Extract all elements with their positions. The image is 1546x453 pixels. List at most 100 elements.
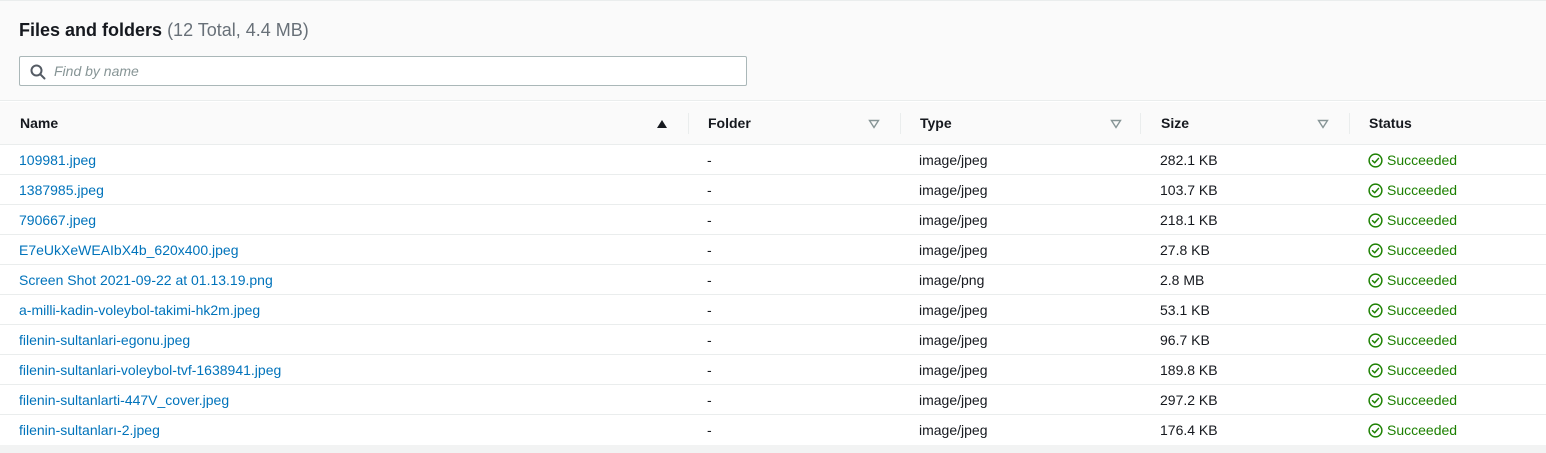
status-label: Succeeded (1387, 212, 1458, 228)
panel-header: Files and folders (12 Total, 4.4 MB) (0, 1, 1546, 101)
file-size: 96.7 KB (1160, 332, 1210, 348)
file-type: image/jpeg (919, 242, 988, 258)
file-type: image/jpeg (919, 212, 988, 228)
file-status: Succeeded (1368, 175, 1457, 205)
status-label: Succeeded (1387, 332, 1458, 348)
sort-descending-outline-icon[interactable] (1317, 102, 1329, 145)
file-name-link[interactable]: filenin-sultanları-2.jpeg (19, 415, 160, 445)
search-input[interactable] (54, 57, 734, 85)
column-divider[interactable] (1140, 113, 1141, 134)
file-folder: - (707, 302, 712, 318)
file-name-link[interactable]: Screen Shot 2021-09-22 at 01.13.19.png (19, 265, 273, 295)
status-label: Succeeded (1387, 152, 1458, 168)
column-header-folder-label: Folder (708, 115, 751, 131)
file-name-link[interactable]: E7eUkXeWEAIbX4b_620x400.jpeg (19, 235, 238, 265)
column-header-status: Status (1369, 102, 1529, 145)
file-size: 2.8 MB (1160, 272, 1205, 288)
file-status: Succeeded (1368, 355, 1457, 385)
status-success-icon (1368, 152, 1383, 168)
status-success-icon (1368, 362, 1383, 378)
table-row: filenin-sultanlarti-447V_cover.jpeg - im… (0, 385, 1546, 415)
table-row: E7eUkXeWEAIbX4b_620x400.jpeg - image/jpe… (0, 235, 1546, 265)
file-name-link[interactable]: 1387985.jpeg (19, 175, 104, 205)
file-folder: - (707, 362, 712, 378)
table-row: a-milli-kadin-voleybol-takimi-hk2m.jpeg … (0, 295, 1546, 325)
status-success-icon (1368, 272, 1383, 288)
column-header-size-label: Size (1161, 115, 1190, 131)
column-header-name-label: Name (20, 115, 59, 131)
status-success-icon (1368, 332, 1383, 348)
search-icon (30, 64, 46, 80)
column-header-folder[interactable]: Folder (708, 102, 888, 145)
table-row: 790667.jpeg - image/jpeg 218.1 KB Succee… (0, 205, 1546, 235)
files-and-folders-panel: Files and folders (12 Total, 4.4 MB) Nam… (0, 0, 1546, 445)
file-size: 282.1 KB (1160, 152, 1218, 168)
file-status: Succeeded (1368, 145, 1457, 175)
file-type: image/jpeg (919, 182, 988, 198)
status-label: Succeeded (1387, 392, 1458, 408)
column-header-size[interactable]: Size (1161, 102, 1341, 145)
sort-descending-outline-icon[interactable] (1110, 102, 1122, 145)
file-name-link[interactable]: 790667.jpeg (19, 205, 96, 235)
file-folder: - (707, 182, 712, 198)
column-divider[interactable] (688, 113, 689, 134)
file-folder: - (707, 212, 712, 228)
table-row: 109981.jpeg - image/jpeg 282.1 KB Succee… (0, 145, 1546, 175)
status-success-icon (1368, 242, 1383, 258)
status-label: Succeeded (1387, 242, 1458, 258)
table-row: 1387985.jpeg - image/jpeg 103.7 KB Succe… (0, 175, 1546, 205)
sort-ascending-icon[interactable] (656, 102, 668, 145)
file-status: Succeeded (1368, 265, 1457, 295)
status-label: Succeeded (1387, 362, 1458, 378)
file-size: 27.8 KB (1160, 242, 1210, 258)
file-folder: - (707, 152, 712, 168)
file-status: Succeeded (1368, 235, 1457, 265)
file-name-link[interactable]: filenin-sultanlari-egonu.jpeg (19, 325, 190, 355)
file-folder: - (707, 422, 712, 438)
search-box[interactable] (19, 56, 747, 86)
status-label: Succeeded (1387, 182, 1458, 198)
file-status: Succeeded (1368, 295, 1457, 325)
file-status: Succeeded (1368, 325, 1457, 355)
column-header-status-label: Status (1369, 115, 1412, 131)
status-success-icon (1368, 302, 1383, 318)
status-success-icon (1368, 392, 1383, 408)
file-size: 218.1 KB (1160, 212, 1218, 228)
file-status: Succeeded (1368, 205, 1457, 235)
column-divider[interactable] (900, 113, 901, 134)
table-row: filenin-sultanlari-voleybol-tvf-1638941.… (0, 355, 1546, 385)
file-folder: - (707, 332, 712, 348)
file-size: 53.1 KB (1160, 302, 1210, 318)
table-row: filenin-sultanları-2.jpeg - image/jpeg 1… (0, 415, 1546, 445)
table-row: Screen Shot 2021-09-22 at 01.13.19.png -… (0, 265, 1546, 295)
file-folder: - (707, 392, 712, 408)
file-folder: - (707, 272, 712, 288)
file-type: image/jpeg (919, 422, 988, 438)
status-label: Succeeded (1387, 302, 1458, 318)
file-type: image/jpeg (919, 332, 988, 348)
status-success-icon (1368, 422, 1383, 438)
file-name-link[interactable]: a-milli-kadin-voleybol-takimi-hk2m.jpeg (19, 295, 260, 325)
panel-title: Files and folders (12 Total, 4.4 MB) (19, 20, 309, 41)
sort-descending-outline-icon[interactable] (868, 102, 880, 145)
file-name-link[interactable]: filenin-sultanlarti-447V_cover.jpeg (19, 385, 229, 415)
column-header-name[interactable]: Name (20, 102, 680, 145)
file-size: 297.2 KB (1160, 392, 1218, 408)
column-divider[interactable] (1349, 113, 1350, 134)
status-label: Succeeded (1387, 272, 1458, 288)
file-type: image/jpeg (919, 362, 988, 378)
file-folder: - (707, 242, 712, 258)
status-label: Succeeded (1387, 422, 1458, 438)
file-name-link[interactable]: filenin-sultanlari-voleybol-tvf-1638941.… (19, 355, 281, 385)
file-status: Succeeded (1368, 385, 1457, 415)
column-header-type[interactable]: Type (920, 102, 1130, 145)
status-success-icon (1368, 212, 1383, 228)
file-type: image/jpeg (919, 392, 988, 408)
panel-title-counter: (12 Total, 4.4 MB) (167, 20, 309, 40)
status-success-icon (1368, 182, 1383, 198)
file-size: 103.7 KB (1160, 182, 1218, 198)
file-type: image/jpeg (919, 152, 988, 168)
file-status: Succeeded (1368, 415, 1457, 445)
file-name-link[interactable]: 109981.jpeg (19, 145, 96, 175)
file-size: 189.8 KB (1160, 362, 1218, 378)
